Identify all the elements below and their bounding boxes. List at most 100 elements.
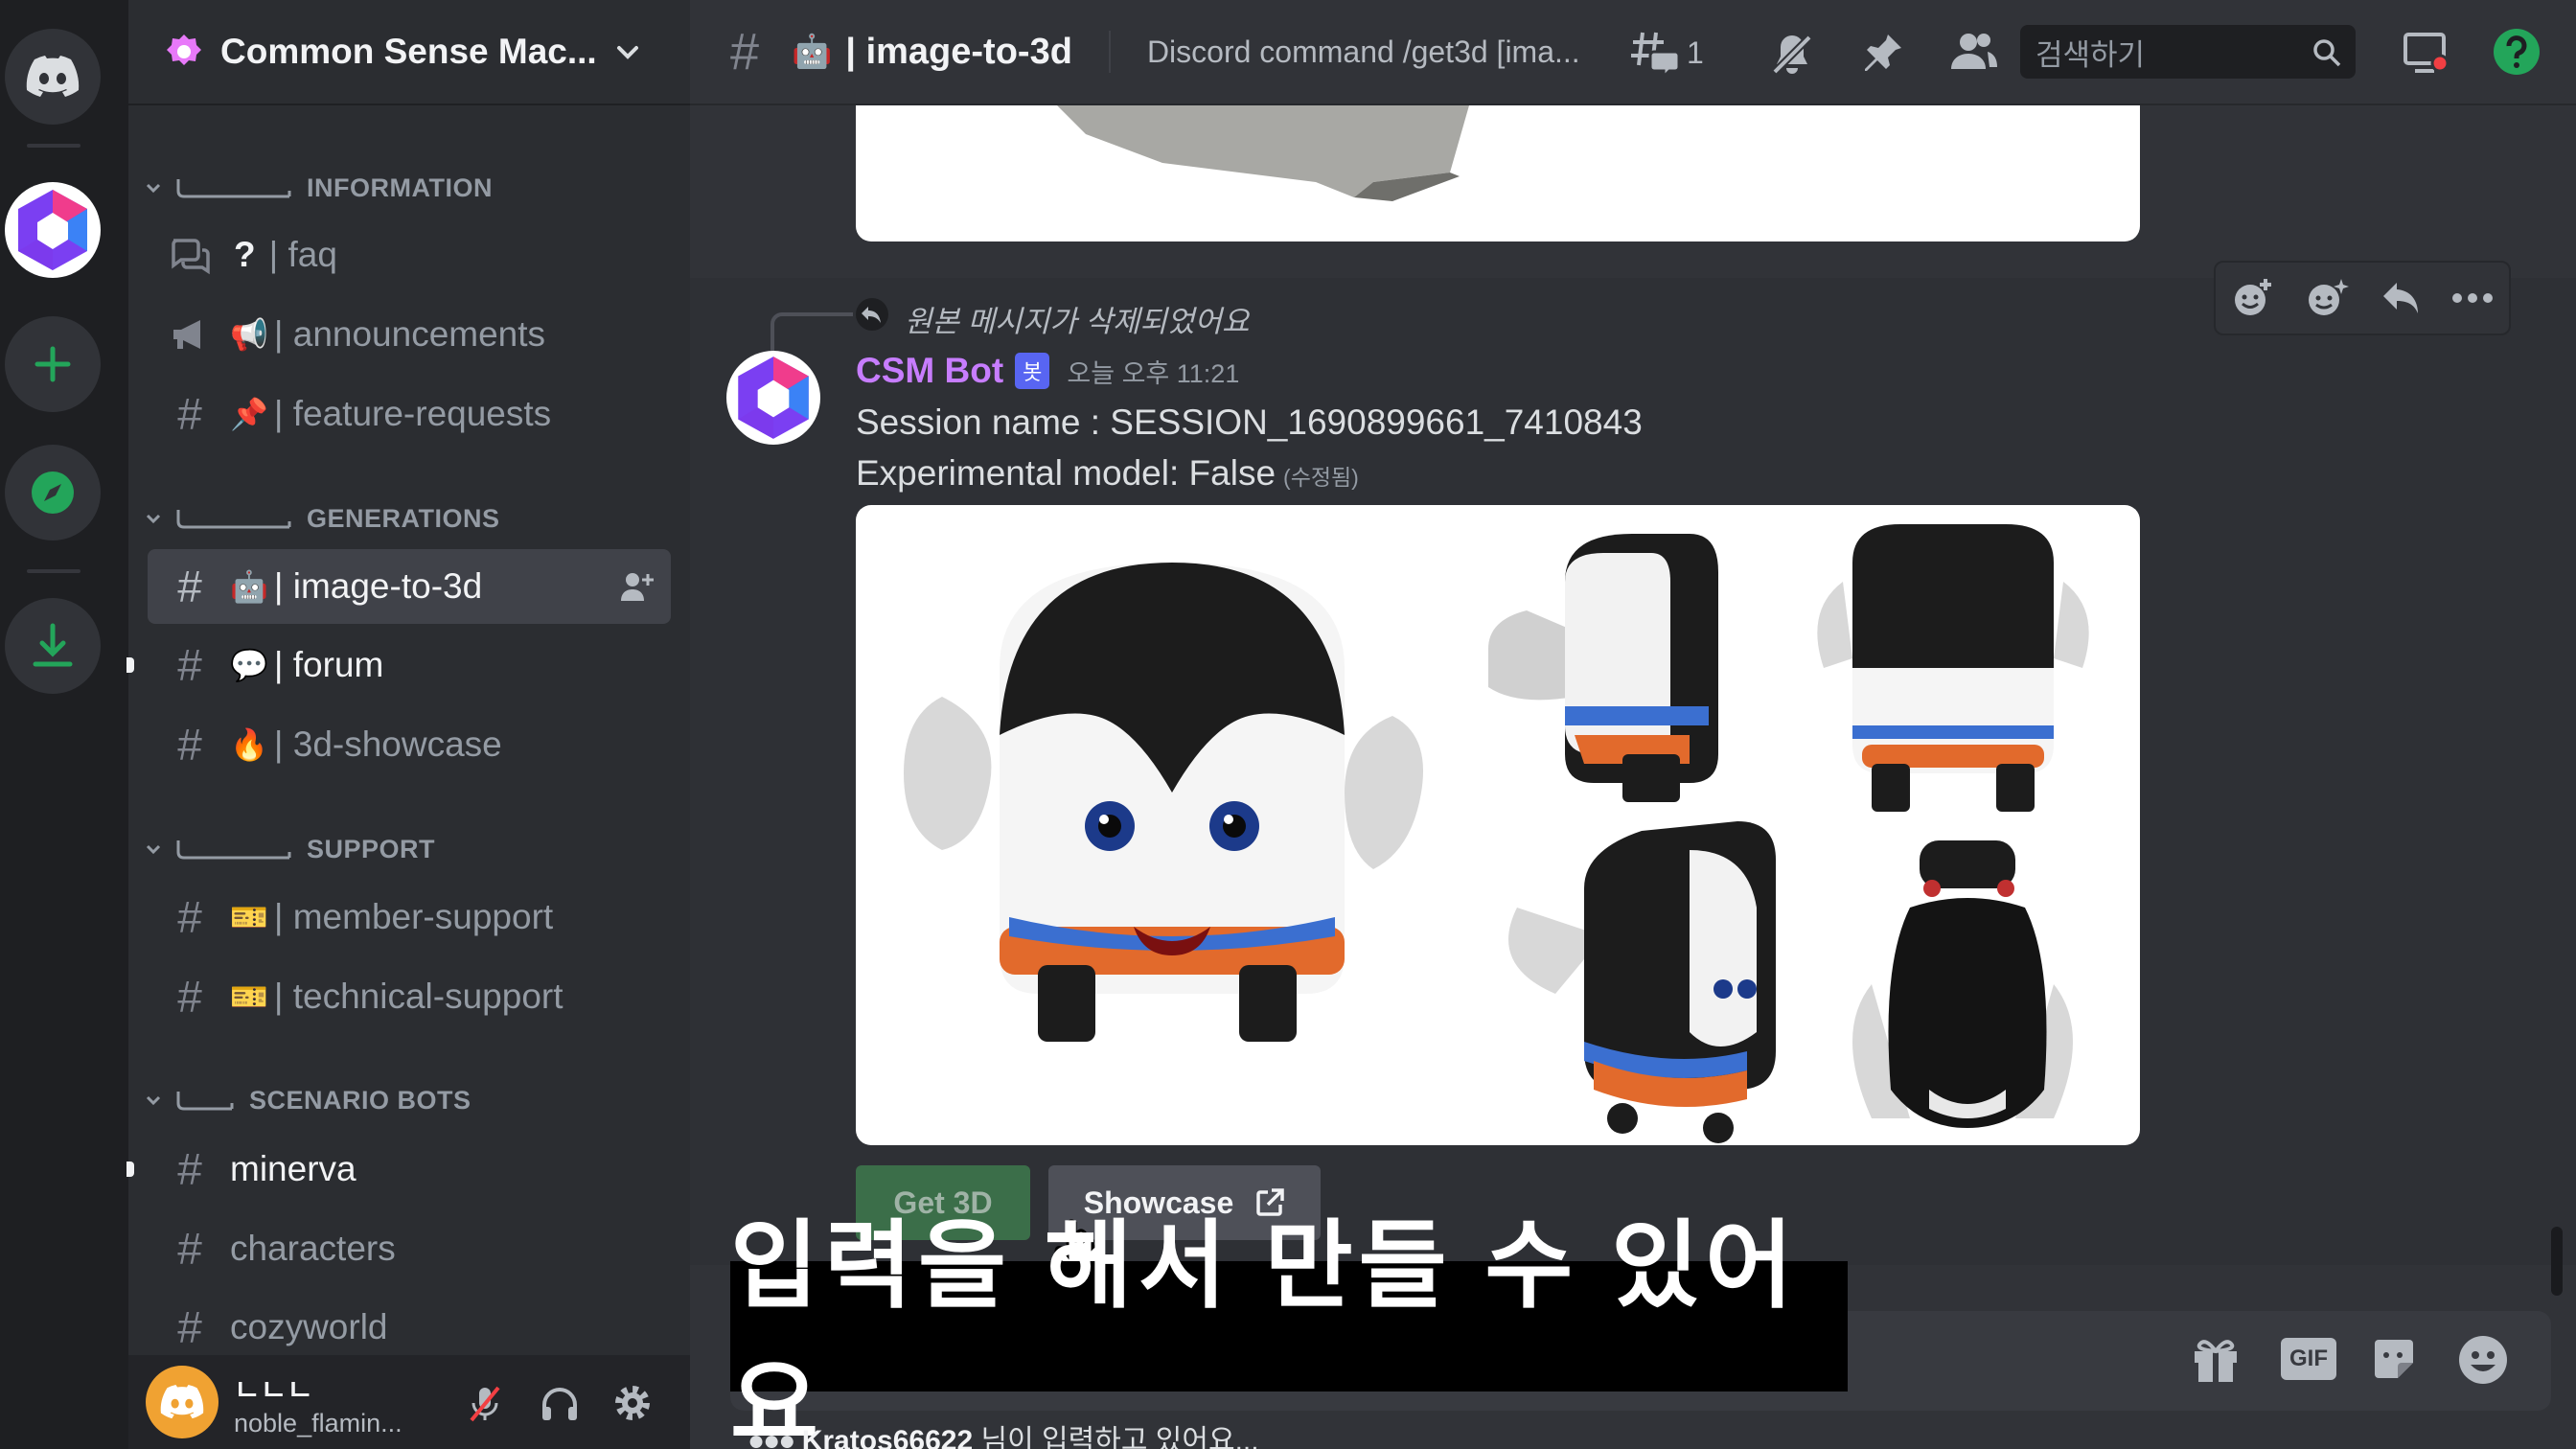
mute-notifications-icon[interactable] [1769, 32, 1815, 76]
rail-separator [27, 569, 80, 573]
scrollbar-thumb[interactable] [2551, 1227, 2563, 1296]
member-list-icon[interactable] [1949, 31, 1999, 73]
guild-header[interactable]: Common Sense Mac... [128, 0, 690, 105]
threads-button[interactable]: 1 [1629, 29, 1704, 77]
rail-separator [27, 144, 80, 148]
gif-icon[interactable]: GIF [2281, 1338, 2336, 1380]
channel-cozyworld[interactable]: # cozyworld [148, 1290, 671, 1365]
id-card-emoji-icon: 🎫 [230, 900, 268, 934]
download-icon[interactable] [5, 598, 101, 694]
reply-icon[interactable] [2380, 279, 2422, 317]
channel-label: characters [230, 1229, 396, 1268]
category-support[interactable]: SUPPORT [140, 826, 435, 872]
server-rail [0, 0, 128, 1449]
previous-embed-image[interactable] [856, 105, 2140, 242]
model-text: Experimental model: False [856, 453, 1276, 493]
channel-feature-requests[interactable]: # 📌 | feature-requests [148, 377, 671, 451]
tree-line-icon [176, 840, 291, 860]
channel-technical-support[interactable]: # 🎫 | technical-support [148, 959, 671, 1034]
subtitle-text: 입력을 해서 만들 수 있어요 [730, 1212, 1800, 1449]
settings-gear-icon[interactable] [611, 1382, 654, 1424]
chevron-down-icon [146, 844, 161, 855]
message-line-model: Experimental model: False (수정됨) [856, 453, 1359, 494]
generated-3d-image[interactable] [856, 505, 2140, 1145]
category-label: SCENARIO BOTS [249, 1085, 472, 1115]
typing-user[interactable]: Kratos66622 [802, 1425, 973, 1449]
channel-label: cozyworld [230, 1307, 388, 1346]
threads-icon [1631, 32, 1681, 77]
emoji-icon[interactable] [2457, 1334, 2509, 1386]
gift-icon[interactable] [2191, 1334, 2241, 1384]
channel-sidebar: Common Sense Mac... INFORMATION ? | faq … [126, 0, 690, 1449]
hash-icon: # [177, 1144, 202, 1194]
message-actions-toolbar [2214, 261, 2511, 335]
hash-icon: # [177, 1224, 202, 1274]
hash-icon: # [177, 640, 202, 690]
mute-mic-icon[interactable] [466, 1384, 504, 1424]
typing-suffix: 님이 입력하고 있어요... [973, 1425, 1259, 1449]
channel-topic[interactable]: Discord command /get3d [ima... [1147, 34, 1580, 70]
chevron-down-icon [146, 183, 161, 194]
message-header: CSM Bot 봇 오늘 오후 11:21 [856, 351, 1239, 391]
edited-label: (수정됨) [1283, 465, 1359, 490]
channel-image-to-3d[interactable]: # 🤖 | image-to-3d [148, 549, 671, 624]
headphones-icon[interactable] [539, 1384, 581, 1422]
robot-emoji-icon: 🤖 [230, 569, 268, 604]
pin-icon[interactable] [1861, 31, 1905, 75]
bot-avatar[interactable] [726, 351, 820, 445]
search-input[interactable]: 검색하기 [2020, 25, 2356, 79]
add-reaction-icon[interactable] [2231, 277, 2273, 319]
fire-emoji-icon: 🔥 [230, 727, 268, 762]
discord-home-icon[interactable] [5, 29, 101, 125]
discord-avatar-icon [160, 1385, 204, 1419]
typing-indicator: ●●● Kratos66622 님이 입력하고 있어요... [748, 1416, 1259, 1449]
discord-app: Common Sense Mac... INFORMATION ? | faq … [0, 0, 2576, 1449]
channel-faq[interactable]: ? | faq [148, 218, 671, 292]
more-options-icon[interactable] [2451, 292, 2494, 304]
user-info[interactable]: ㄴㄴㄴ noble_flamin... [234, 1367, 402, 1438]
hash-icon: # [177, 720, 202, 770]
help-icon[interactable] [2492, 27, 2542, 77]
channel-title: | image-to-3d [845, 31, 1072, 72]
chevron-down-icon[interactable] [613, 38, 642, 67]
hash-icon: # [177, 1302, 202, 1352]
category-scenario-bots[interactable]: SCENARIO BOTS [140, 1077, 472, 1123]
reply-connector [770, 312, 853, 351]
reply-deleted-text[interactable]: 원본 메시지가 삭제되었어요 [905, 297, 1249, 340]
channel-characters[interactable]: # characters [148, 1211, 671, 1286]
category-information[interactable]: INFORMATION [140, 165, 493, 211]
sticker-icon[interactable] [2369, 1334, 2419, 1384]
explore-icon[interactable] [5, 445, 101, 540]
channel-forum[interactable]: # 💬 | forum [148, 628, 671, 702]
faq-prefix: ? [234, 235, 256, 274]
channel-minerva[interactable]: # minerva [148, 1132, 671, 1207]
avatar[interactable] [146, 1366, 218, 1438]
channel-label: | technical-support [273, 977, 564, 1016]
super-reaction-icon[interactable] [2303, 277, 2350, 319]
timestamp[interactable]: 오늘 오후 11:21 [1067, 353, 1239, 390]
robot-emoji-icon: 🤖 [792, 34, 833, 70]
add-server-icon[interactable] [5, 316, 101, 412]
author-name[interactable]: CSM Bot [856, 351, 1003, 391]
forum-icon [172, 239, 210, 275]
channel-label: | image-to-3d [273, 566, 483, 606]
user-username: noble_flamin... [234, 1408, 402, 1438]
channel-3d-showcase[interactable]: # 🔥 | 3d-showcase [148, 707, 671, 782]
channel-announcements[interactable]: 📢 | announcements [148, 297, 671, 372]
pin-emoji-icon: 📌 [230, 397, 268, 431]
inbox-icon[interactable] [2402, 29, 2450, 75]
csm-server-icon[interactable] [5, 182, 101, 278]
category-generations[interactable]: GENERATIONS [140, 495, 500, 541]
channel-member-support[interactable]: # 🎫 | member-support [148, 880, 671, 954]
channel-label: | faq [268, 235, 337, 274]
add-member-icon[interactable] [619, 570, 654, 603]
user-panel: ㄴㄴㄴ noble_flamin... [128, 1355, 690, 1449]
search-icon [2313, 39, 2341, 67]
unread-indicator [126, 657, 134, 673]
channel-label: minerva [230, 1149, 356, 1188]
chevron-down-icon [146, 514, 161, 524]
category-label: INFORMATION [307, 172, 493, 202]
megaphone-icon [173, 320, 200, 349]
tree-line-icon [176, 179, 291, 198]
unread-indicator [126, 1162, 134, 1177]
